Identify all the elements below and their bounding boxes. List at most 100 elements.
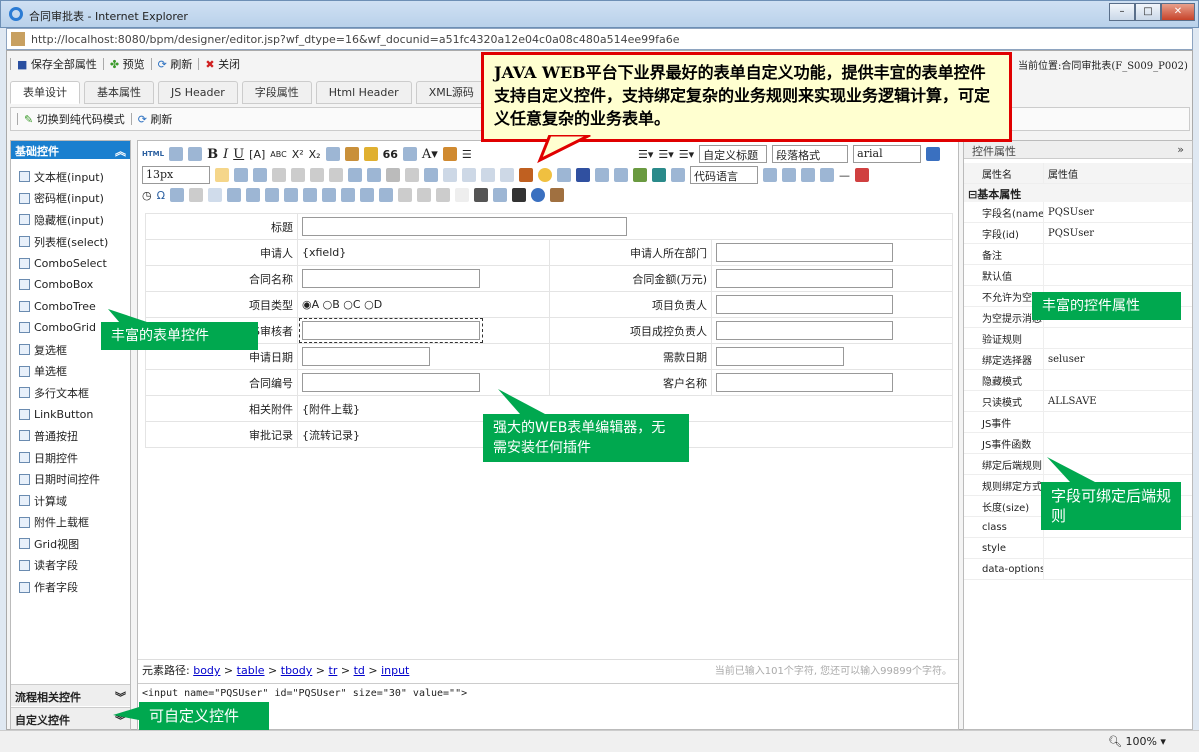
paste-text-icon[interactable] <box>402 147 417 161</box>
video-icon[interactable] <box>576 168 590 182</box>
image-left-icon[interactable] <box>462 168 476 182</box>
control-item[interactable]: 计算域 <box>11 490 130 512</box>
reviewer-input-selected[interactable] <box>299 318 483 343</box>
radio-d[interactable]: ○D <box>364 298 382 311</box>
control-item[interactable]: ComboTree <box>11 296 130 318</box>
align-icon[interactable]: ☰▾ <box>638 148 653 161</box>
tab-field-props[interactable]: 字段属性 <box>241 81 312 104</box>
save-all-button[interactable]: ■ 保存全部属性 <box>17 56 97 72</box>
redo-icon[interactable] <box>188 147 203 161</box>
switch-code-mode-button[interactable]: ✎ 切换到纯代码模式 <box>24 111 125 127</box>
property-row[interactable]: style <box>964 538 1192 559</box>
italic-icon[interactable]: I <box>223 147 228 162</box>
property-row[interactable]: JS事件函数 <box>964 433 1192 454</box>
sidebar-header[interactable]: 基础控件 ︽ <box>11 141 130 159</box>
close-button[interactable]: ✖ 关闭 <box>205 56 240 72</box>
radio-b[interactable]: ○B <box>323 298 340 311</box>
split-cells-icon[interactable] <box>398 188 413 202</box>
list-icon[interactable]: ☰ <box>462 148 472 161</box>
control-item[interactable]: LinkButton <box>11 404 130 426</box>
horizontal-rule-icon[interactable]: — <box>839 169 850 182</box>
control-item[interactable]: 作者字段 <box>11 576 130 598</box>
property-row[interactable]: 备注 <box>964 244 1192 265</box>
image-icon[interactable] <box>519 168 533 182</box>
maximize-button[interactable]: □ <box>1135 3 1161 21</box>
image-center-icon[interactable] <box>500 168 514 182</box>
owner-input[interactable] <box>716 295 893 314</box>
unlink-icon[interactable] <box>405 168 419 182</box>
amount-input[interactable] <box>716 269 893 288</box>
path-table[interactable]: table <box>237 664 265 677</box>
control-item[interactable]: 隐藏框(input) <box>11 209 130 231</box>
property-row[interactable]: 只读模式 ALLSAVE <box>964 391 1192 412</box>
property-row[interactable]: 字段名(name) PQSUser <box>964 202 1192 223</box>
radio-c[interactable]: ○C <box>343 298 360 311</box>
control-item[interactable]: 附件上载框 <box>11 512 130 534</box>
contract-no-input[interactable] <box>302 373 480 392</box>
tab-basic-props[interactable]: 基本属性 <box>84 81 154 104</box>
property-row[interactable]: 隐藏模式 <box>964 370 1192 391</box>
lowercase-icon[interactable] <box>367 168 381 182</box>
sidebar-custom-controls[interactable]: 自定义控件 ︾ <box>11 707 130 729</box>
delete-col-icon[interactable] <box>322 188 337 202</box>
help-icon[interactable] <box>531 188 546 202</box>
tab-xml-source[interactable]: XML源码 <box>415 81 487 104</box>
path-body[interactable]: body <box>193 664 220 677</box>
insert-frame-icon[interactable] <box>671 168 685 182</box>
insert-row-icon[interactable] <box>265 188 280 202</box>
highlight-icon[interactable] <box>442 147 457 161</box>
tab-form-design[interactable]: 表单设计 <box>10 81 80 104</box>
expand-right-icon[interactable]: » <box>1177 143 1184 156</box>
pagebreak-icon[interactable] <box>782 168 796 182</box>
delete-table-icon[interactable] <box>227 188 242 202</box>
split-cols-icon[interactable] <box>436 188 451 202</box>
refresh-button[interactable]: ⟳ 刷新 <box>158 56 193 72</box>
anchor-icon[interactable] <box>424 168 438 182</box>
web-icon[interactable] <box>763 168 777 182</box>
property-row[interactable]: JS事件 <box>964 412 1192 433</box>
path-tr[interactable]: tr <box>329 664 338 677</box>
justify-icon[interactable] <box>329 168 343 182</box>
uppercase-icon[interactable] <box>348 168 362 182</box>
clipboard-icon[interactable] <box>550 188 565 202</box>
insert-table-icon[interactable] <box>208 188 223 202</box>
collapse-icon[interactable]: ︽ <box>115 143 126 158</box>
font-family-select[interactable]: arial <box>853 145 922 163</box>
bold-icon[interactable]: B <box>207 147 218 162</box>
align-right-icon[interactable] <box>310 168 324 182</box>
path-td[interactable]: td <box>354 664 365 677</box>
merge-right-icon[interactable] <box>360 188 375 202</box>
heading-select[interactable]: 自定义标题 <box>699 145 768 163</box>
approver-input[interactable] <box>716 321 893 340</box>
subscript-icon[interactable]: X₂ <box>309 148 321 161</box>
wordimage-icon[interactable] <box>170 188 185 202</box>
contract-name-input[interactable] <box>302 269 480 288</box>
link-icon[interactable] <box>386 168 400 182</box>
preview-button[interactable]: ✤ 预览 <box>110 56 145 72</box>
indent-icon[interactable]: ☰▾ <box>658 148 673 161</box>
radio-a[interactable]: ◉A <box>302 298 319 311</box>
group-basic-props[interactable]: ⊟基本属性 <box>964 184 1192 202</box>
control-item[interactable]: 日期时间控件 <box>11 468 130 490</box>
control-item[interactable]: 读者字段 <box>11 555 130 577</box>
search-replace-icon[interactable] <box>512 188 527 202</box>
attachment-icon[interactable] <box>614 168 628 182</box>
property-row[interactable]: 字段(id) PQSUser <box>964 223 1192 244</box>
map-icon[interactable] <box>633 168 647 182</box>
gmap-icon[interactable] <box>652 168 666 182</box>
control-item[interactable]: 多行文本框 <box>11 382 130 404</box>
property-row[interactable]: 绑定选择器 seluser <box>964 349 1192 370</box>
html-icon[interactable]: HTML <box>142 150 164 158</box>
font-size-select[interactable]: 13px <box>142 166 210 184</box>
control-item[interactable]: 日期控件 <box>11 447 130 469</box>
code-language-select[interactable]: 代码语言 <box>690 166 758 184</box>
scrawl-icon[interactable] <box>557 168 571 182</box>
magic-wand-icon[interactable] <box>363 147 378 161</box>
eraser-icon[interactable] <box>325 147 340 161</box>
image-right-icon[interactable] <box>481 168 495 182</box>
template-icon[interactable] <box>801 168 815 182</box>
preview-icon[interactable] <box>493 188 508 202</box>
customer-input[interactable] <box>716 373 893 392</box>
music-icon[interactable] <box>595 168 609 182</box>
delete-row-icon[interactable] <box>284 188 299 202</box>
